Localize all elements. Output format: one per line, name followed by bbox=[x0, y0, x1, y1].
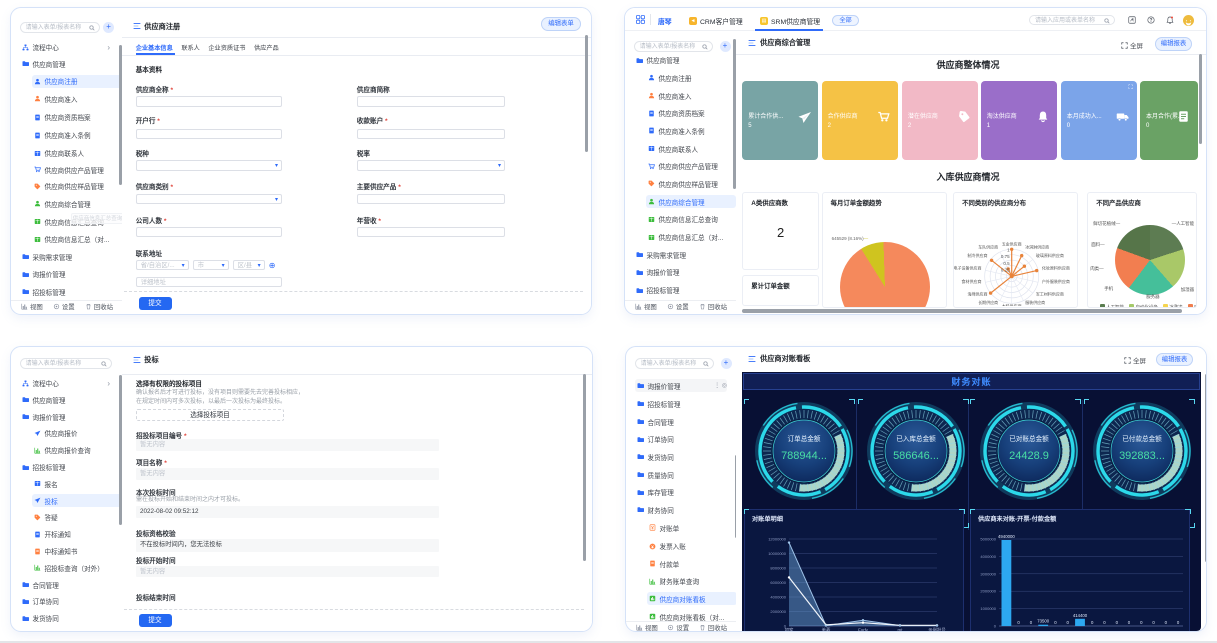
svg-text:玻璃原料供应商: 玻璃原料供应商 bbox=[1036, 252, 1064, 258]
svg-text:0.25: 0.25 bbox=[1001, 268, 1010, 273]
svg-text:1000000: 1000000 bbox=[980, 606, 996, 611]
svg-text:0: 0 bbox=[1054, 620, 1057, 625]
svg-text:392883...: 392883... bbox=[1119, 450, 1165, 462]
svg-text:0.75: 0.75 bbox=[1001, 254, 1010, 259]
svg-text:0: 0 bbox=[1177, 620, 1180, 625]
svg-text:12000000: 12000000 bbox=[768, 536, 787, 541]
svg-text:0.5: 0.5 bbox=[1004, 261, 1011, 266]
svg-text:6000000: 6000000 bbox=[770, 580, 786, 585]
svg-text:0: 0 bbox=[1017, 620, 1020, 625]
svg-text:586646...: 586646... bbox=[893, 450, 939, 462]
svg-text:3000000: 3000000 bbox=[980, 571, 996, 576]
svg-text:0: 0 bbox=[1140, 620, 1143, 625]
svg-text:4000000: 4000000 bbox=[980, 553, 996, 558]
svg-text:0: 0 bbox=[1030, 620, 1033, 625]
svg-text:2000000: 2000000 bbox=[770, 609, 786, 614]
svg-text:海绵供应商: 海绵供应商 bbox=[968, 291, 988, 297]
svg-text:五金供应商: 五金供应商 bbox=[1002, 241, 1022, 247]
svg-text:mt: mt bbox=[898, 627, 904, 631]
svg-text:冰淇淋供应商: 冰淇淋供应商 bbox=[1025, 244, 1049, 250]
svg-text:已对账总金额: 已对账总金额 bbox=[1009, 434, 1049, 443]
svg-text:车队供应商: 车队供应商 bbox=[978, 244, 998, 250]
svg-text:414400: 414400 bbox=[1073, 612, 1088, 617]
svg-text:0: 0 bbox=[1152, 620, 1155, 625]
svg-text:军工材料供应商: 军工材料供应商 bbox=[1036, 291, 1064, 297]
svg-text:8000000: 8000000 bbox=[770, 565, 786, 570]
svg-text:0: 0 bbox=[1165, 620, 1168, 625]
svg-text:已入库总金额: 已入库总金额 bbox=[896, 434, 936, 443]
svg-text:化妆原料供应商: 化妆原料供应商 bbox=[1042, 265, 1070, 271]
svg-text:4940000: 4940000 bbox=[998, 534, 1015, 539]
svg-text:如家: 如家 bbox=[785, 626, 794, 631]
svg-text:电子设备供应商: 电子设备供应商 bbox=[954, 265, 982, 271]
svg-text:0: 0 bbox=[994, 623, 997, 628]
svg-text:1: 1 bbox=[1007, 248, 1010, 253]
svg-text:2000000: 2000000 bbox=[980, 588, 996, 593]
svg-text:0: 0 bbox=[1103, 620, 1106, 625]
svg-text:4000000: 4000000 bbox=[770, 594, 786, 599]
svg-text:食材供应商: 食材供应商 bbox=[962, 279, 982, 285]
svg-text:10000000: 10000000 bbox=[768, 551, 787, 556]
svg-text:Furly: Furly bbox=[858, 627, 869, 631]
svg-text:木料供应商: 木料供应商 bbox=[1002, 303, 1022, 307]
svg-text:0: 0 bbox=[1116, 620, 1119, 625]
svg-text:73500: 73500 bbox=[1037, 618, 1050, 623]
svg-text:美菱: 美菱 bbox=[822, 626, 831, 631]
svg-text:制冷供应商: 制冷供应商 bbox=[968, 252, 988, 258]
svg-text:户外服装供应商: 户外服装供应商 bbox=[1042, 279, 1070, 285]
svg-text:已付款总金额: 已付款总金额 bbox=[1122, 434, 1162, 443]
svg-text:788944...: 788944... bbox=[781, 450, 827, 462]
svg-text:0: 0 bbox=[1091, 620, 1094, 625]
svg-text:0: 0 bbox=[1067, 620, 1070, 625]
svg-text:24428.9: 24428.9 bbox=[1009, 450, 1049, 462]
svg-text:服装供应商: 服装供应商 bbox=[1025, 300, 1045, 306]
svg-text:0: 0 bbox=[1128, 620, 1131, 625]
svg-text:示例批号: 示例批号 bbox=[928, 626, 946, 631]
svg-text:订单总金额: 订单总金额 bbox=[787, 434, 820, 443]
svg-text:长期供应商: 长期供应商 bbox=[978, 300, 998, 306]
svg-text:5000000: 5000000 bbox=[980, 536, 996, 541]
